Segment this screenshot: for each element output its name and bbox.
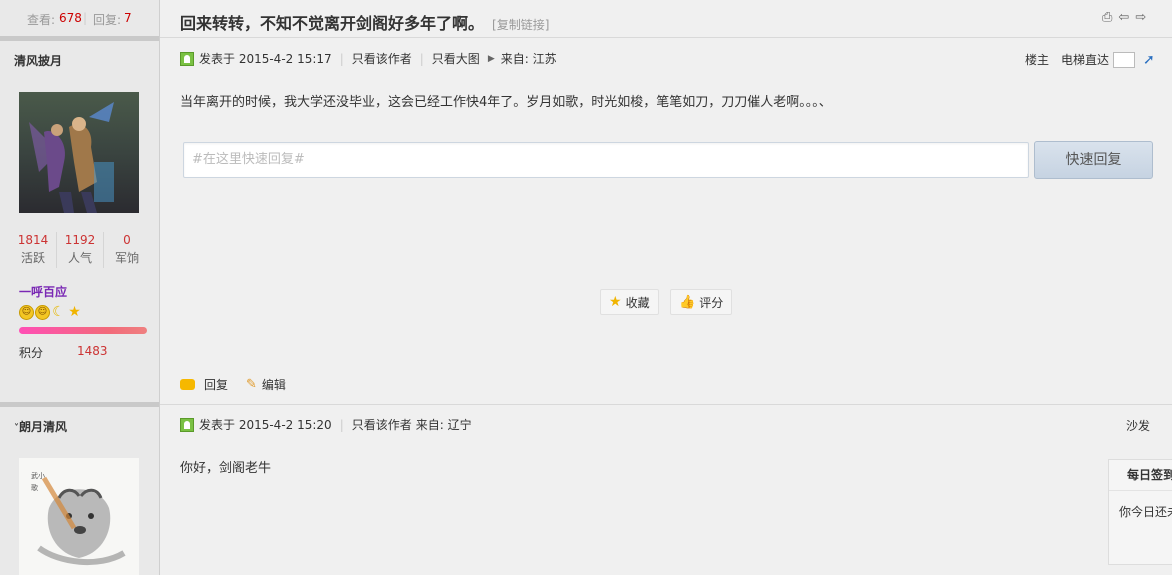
medal-row: ☺ ☺ ☾ ★ — [19, 305, 82, 321]
author-stats: 1814 活跃 1192 人气 0 军饷 — [10, 232, 150, 268]
post-time: 发表于 2015-4-2 15:20 — [199, 418, 332, 432]
only-author-link[interactable]: 只看该作者 — [352, 417, 412, 433]
favorite-button[interactable]: ★ 收藏 — [600, 289, 659, 315]
online-status-icon — [180, 418, 194, 432]
quick-reply-input[interactable]: #在这里快速回复# — [183, 142, 1029, 178]
points-label: 积分 — [19, 346, 44, 360]
reply-link[interactable]: 回复 — [204, 376, 228, 393]
edit-icon: ✎ — [246, 377, 257, 392]
thread-tools: ⎙ ⇦ ⇨ — [1102, 10, 1146, 25]
post-content: 当年离开的时候，我大学还没毕业，这会已经工作快4年了。岁月如歌，时光如梭，笔笔如… — [180, 95, 832, 110]
replies-label: 回复: — [93, 13, 122, 27]
copy-link[interactable]: [复制链接] — [492, 18, 549, 32]
checkin-title: 每日签到 — [1109, 460, 1172, 491]
post-location: 来自: 江苏 — [500, 52, 557, 66]
star-icon: ★ — [68, 304, 81, 320]
thread-title: 回来转转，不知不觉离开剑阁好多年了啊。 [复制链接] — [180, 14, 550, 33]
user-rank[interactable]: 一呼百应 — [19, 283, 67, 300]
edit-link[interactable]: 编辑 — [262, 376, 286, 393]
points-value: 1483 — [77, 344, 108, 358]
smile-medal-icon: ☺ — [35, 305, 50, 320]
stat-activity[interactable]: 1814 活跃 — [10, 232, 56, 268]
stat-divider: | — [83, 11, 88, 25]
author-name[interactable]: 清风披月 — [14, 52, 62, 69]
floor-label: 楼主 — [1025, 53, 1050, 67]
prev-thread-icon[interactable]: ⇦ — [1118, 10, 1129, 25]
post-floor-tools: 楼主 电梯直达 ➚ — [1025, 51, 1155, 68]
post-location: 来自: 辽宁 — [415, 418, 472, 432]
post-meta: 发表于 2015-4-2 15:17 | 只看该作者 | 只看大图 ▶ 来自: … — [180, 51, 557, 67]
reply-icon — [180, 379, 195, 390]
moon-icon: ☾ — [52, 304, 65, 320]
svg-text:歌: 歌 — [31, 483, 38, 492]
go-arrow-icon[interactable]: ➚ — [1143, 52, 1155, 68]
divider — [0, 36, 159, 41]
post-content: 你好，剑阁老牛 — [180, 461, 272, 476]
checkin-panel: 每日签到 你今日还未签到 — [1108, 459, 1172, 565]
post-time: 发表于 2015-4-2 15:17 — [199, 52, 332, 66]
divider — [160, 404, 1172, 405]
floor-label: 沙发 — [1126, 419, 1151, 433]
replies-count: 7 — [124, 11, 132, 25]
author-avatar[interactable]: 武小 歌 — [19, 458, 139, 575]
views-label: 查看: — [27, 13, 56, 27]
thread-stats: 查看: 678 | 回复: 7 — [0, 0, 159, 36]
quick-reply-button[interactable]: 快速回复 — [1034, 141, 1153, 179]
checkin-status[interactable]: 你今日还未签到 — [1109, 491, 1172, 520]
elevator-label: 电梯直达 — [1061, 53, 1110, 67]
stat-popularity[interactable]: 1192 人气 — [56, 232, 103, 268]
views-count: 678 — [59, 11, 82, 25]
big-image-link[interactable]: 只看大图 — [432, 51, 480, 67]
only-author-link[interactable]: 只看该作者 — [352, 51, 412, 67]
smile-medal-icon: ☺ — [19, 305, 34, 320]
rate-button[interactable]: 👍 评分 — [670, 289, 733, 315]
post-meta: 发表于 2015-4-2 15:20 | 只看该作者 来自: 辽宁 — [180, 417, 472, 433]
print-icon[interactable]: ⎙ — [1102, 10, 1112, 25]
thumbs-up-icon: 👍 — [679, 294, 696, 310]
divider — [160, 37, 1172, 38]
author-avatar[interactable] — [19, 92, 139, 213]
divider — [0, 402, 159, 407]
elevator-input[interactable] — [1113, 51, 1136, 68]
post-actions: 回复 ✎ 编辑 — [180, 376, 286, 393]
next-thread-icon[interactable]: ⇨ — [1135, 10, 1146, 25]
stat-pay[interactable]: 0 军饷 — [103, 232, 150, 268]
author-name[interactable]: ˅朗月清风 — [14, 418, 67, 435]
online-status-icon — [180, 52, 194, 66]
svg-text:武小: 武小 — [31, 471, 45, 480]
star-icon: ★ — [609, 294, 622, 310]
level-progress-bar — [19, 327, 147, 334]
caret-right-icon: ▶ — [487, 54, 495, 64]
